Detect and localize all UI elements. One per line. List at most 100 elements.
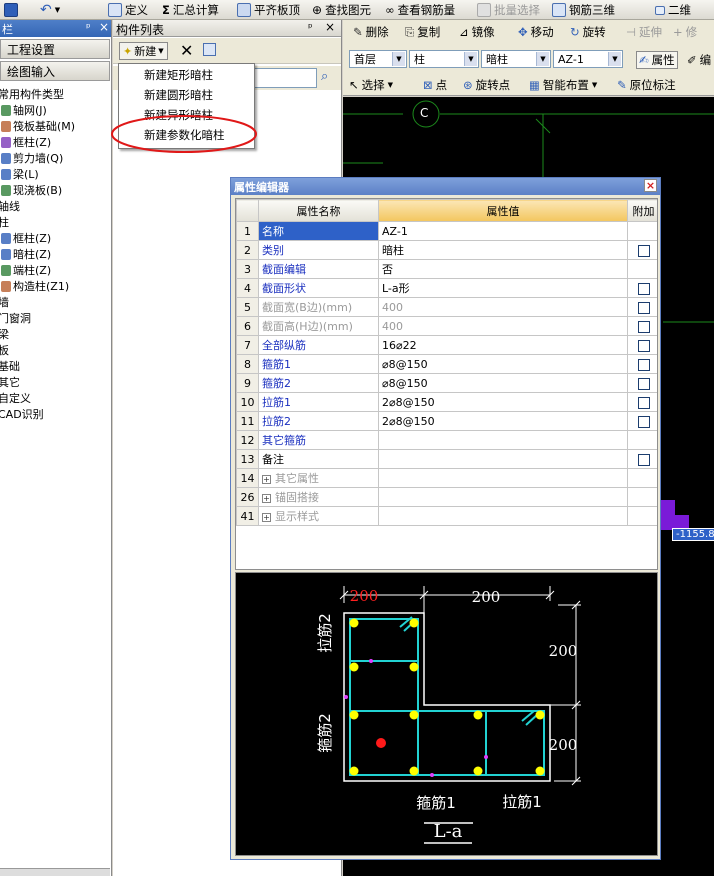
smart-place-button[interactable]: ▦ 智能布置 ▼ [529, 76, 597, 94]
property-value-cell[interactable] [378, 430, 628, 450]
attach-checkbox[interactable] [637, 244, 650, 257]
property-value-cell[interactable] [378, 468, 628, 488]
find-element-button[interactable]: ⊕ 查找图元 [312, 1, 371, 19]
property-value-cell[interactable] [378, 506, 628, 526]
menu-new-round-column[interactable]: 新建圆形暗柱 [119, 85, 254, 105]
property-row[interactable]: 14 + 其它属性 [236, 468, 657, 488]
property-row[interactable]: 10 拉筋1 2⌀8@150 [236, 392, 657, 412]
tree-item[interactable]: 自定义 [0, 390, 31, 406]
sum-calc-button[interactable]: Σ 汇总计算 [162, 1, 219, 19]
align-top-button[interactable]: 平齐板顶 [237, 1, 300, 19]
attach-checkbox[interactable] [637, 358, 650, 371]
tree-item[interactable]: 板 [0, 342, 9, 358]
pin-icon[interactable]: ᵖ [308, 21, 313, 34]
expand-icon[interactable]: + [262, 512, 271, 522]
close-icon[interactable]: × [99, 20, 109, 34]
property-value-cell[interactable]: 2⌀8@150 [378, 392, 628, 412]
type-select[interactable]: 暗柱 ▼ [481, 50, 551, 68]
attach-checkbox[interactable] [637, 453, 650, 466]
property-row[interactable]: 11 拉筋2 2⌀8@150 [236, 411, 657, 431]
property-row[interactable]: 8 箍筋1 ⌀8@150 [236, 354, 657, 374]
expand-icon[interactable]: + [262, 474, 271, 484]
attach-checkbox[interactable] [637, 377, 650, 390]
view-rebar-qty-button[interactable]: ∞ 查看钢筋量 [385, 1, 455, 19]
tree-item[interactable]: 其它 [0, 374, 20, 390]
move-button[interactable]: ✥ 移动 [518, 23, 554, 41]
delete-button[interactable]: ✎ 删除 [353, 23, 389, 41]
tree-item[interactable]: 梁 [0, 326, 9, 342]
in-place-label-button[interactable]: ✎ 原位标注 [617, 76, 676, 94]
tree-item[interactable]: 框柱(Z) [1, 230, 51, 246]
rebar-3d-button[interactable]: 钢筋三维 [552, 1, 615, 19]
search-icon[interactable]: ⌕ [321, 69, 328, 84]
select-button[interactable]: ↖ 选择 ▼ [349, 76, 393, 94]
property-row[interactable]: 26 + 锚固搭接 [236, 487, 657, 507]
copy-icon[interactable] [203, 43, 216, 56]
menu-new-rect-column[interactable]: 新建矩形暗柱 [119, 65, 254, 85]
delete-icon[interactable]: ✕ [180, 41, 193, 60]
property-row[interactable]: 1 名称 AZ-1 [236, 221, 657, 241]
rotate-button[interactable]: ↻ 旋转 [570, 23, 606, 41]
edit-button[interactable]: ✐ 编 [687, 51, 711, 69]
property-row[interactable]: 5 截面宽(B边)(mm) 400 [236, 297, 657, 317]
point-button[interactable]: ⊠ 点 [423, 76, 447, 94]
property-value-cell[interactable]: 否 [378, 259, 628, 279]
tree-item[interactable]: 暗柱(Z) [1, 246, 51, 262]
property-row[interactable]: 6 截面高(H边)(mm) 400 [236, 316, 657, 336]
properties-button[interactable]: ✍ 属性 [636, 51, 678, 69]
property-value-cell[interactable]: ⌀8@150 [378, 354, 628, 374]
tree-item[interactable]: CAD识别 [0, 406, 44, 422]
component-select[interactable]: AZ-1 ▼ [553, 50, 623, 68]
save-button[interactable] [4, 1, 18, 19]
tree-item[interactable]: 现浇板(B) [1, 182, 62, 198]
expand-icon[interactable]: + [262, 493, 271, 503]
property-value-cell[interactable]: 400 [378, 297, 628, 317]
modify-button[interactable]: + 修 [673, 23, 697, 41]
define-button[interactable]: 定义 [108, 1, 148, 19]
tree-item[interactable]: 轴线 [0, 198, 20, 214]
tree-item[interactable]: 常用构件类型 [0, 86, 64, 102]
property-row[interactable]: 4 截面形状 L-a形 [236, 278, 657, 298]
tree-item[interactable]: 框柱(Z) [1, 134, 51, 150]
property-row[interactable]: 7 全部纵筋 16⌀22 [236, 335, 657, 355]
extend-button[interactable]: ⊣ 延伸 [626, 23, 662, 41]
pin-icon[interactable]: ᵖ [86, 21, 91, 34]
property-value-cell[interactable]: 16⌀22 [378, 335, 628, 355]
property-row[interactable]: 13 备注 [236, 449, 657, 469]
tree-item[interactable]: 墙 [0, 294, 9, 310]
attach-checkbox[interactable] [637, 339, 650, 352]
property-value-cell[interactable]: 400 [378, 316, 628, 336]
undo-button[interactable]: ↶ ▼ [40, 1, 60, 19]
property-value-cell[interactable] [378, 487, 628, 507]
attach-checkbox[interactable] [637, 396, 650, 409]
project-settings-button[interactable]: 工程设置 [0, 39, 110, 59]
attach-checkbox[interactable] [637, 415, 650, 428]
tree-item[interactable]: 梁(L) [1, 166, 39, 182]
drawing-input-button[interactable]: 绘图输入 [0, 61, 110, 81]
property-row[interactable]: 9 箍筋2 ⌀8@150 [236, 373, 657, 393]
view-2d-select[interactable]: 二维 [655, 1, 691, 19]
floor-select[interactable]: 首层 ▼ [349, 50, 407, 68]
attach-checkbox[interactable] [637, 282, 650, 295]
property-value-cell[interactable]: AZ-1 [378, 221, 628, 241]
property-value-cell[interactable]: ⌀8@150 [378, 373, 628, 393]
tree-item[interactable]: 筏板基础(M) [1, 118, 75, 134]
property-row[interactable]: 2 类别 暗柱 [236, 240, 657, 260]
attach-checkbox[interactable] [637, 320, 650, 333]
close-icon[interactable]: × [325, 20, 335, 34]
property-row[interactable]: 3 截面编辑 否 [236, 259, 657, 279]
search-input[interactable] [253, 68, 317, 88]
batch-select-button[interactable]: 批量选择 [477, 1, 540, 19]
property-row[interactable]: 12 其它箍筋 [236, 430, 657, 450]
property-value-cell[interactable]: 2⌀8@150 [378, 411, 628, 431]
rotate-point-button[interactable]: ⊛ 旋转点 [463, 76, 510, 94]
tree-item[interactable]: 门窗洞 [0, 310, 31, 326]
mirror-button[interactable]: ⊿ 镜像 [459, 23, 495, 41]
tree-item[interactable]: 构造柱(Z1) [1, 278, 69, 294]
tree-item[interactable]: 柱 [0, 214, 9, 230]
tree-item[interactable]: 剪力墙(Q) [1, 150, 63, 166]
copy-button[interactable]: ⎘ 复制 [405, 23, 440, 41]
property-value-cell[interactable]: 暗柱 [378, 240, 628, 260]
close-icon[interactable]: × [644, 179, 657, 192]
property-row[interactable]: 41 + 显示样式 [236, 506, 657, 526]
